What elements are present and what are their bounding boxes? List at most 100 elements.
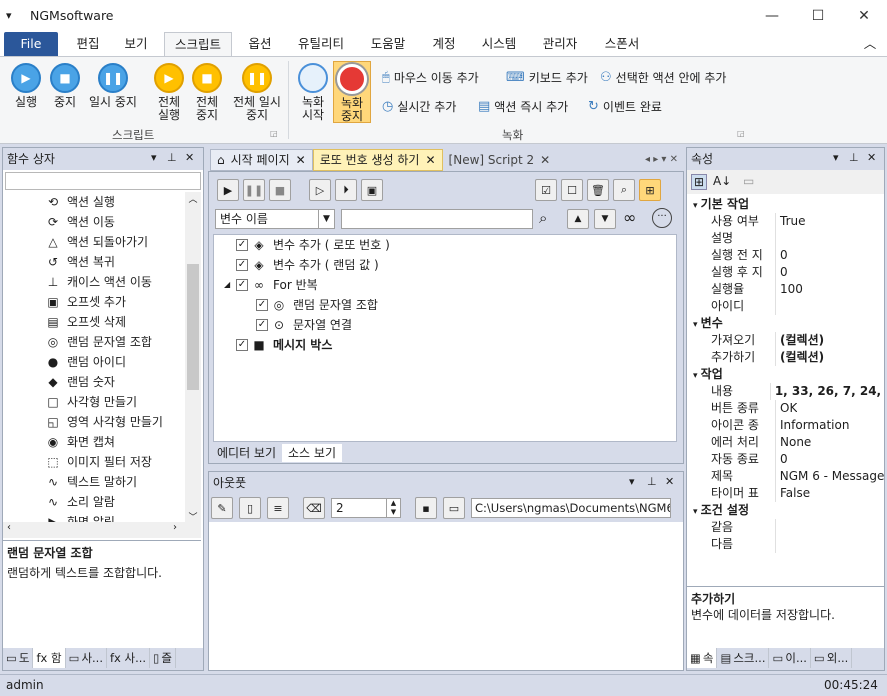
output-count-stepper[interactable]: 2 ▲ ▼	[331, 498, 401, 518]
scroll-right-icon[interactable]: ›	[173, 522, 177, 533]
maximize-button[interactable]: ☐	[795, 0, 841, 32]
tab-lotto-script[interactable]: 로또 번호 생성 하기 ✕	[312, 149, 443, 171]
menu-sponsor[interactable]: 스폰서	[596, 32, 648, 56]
property-category[interactable]: ▾ 변수	[687, 315, 884, 332]
scroll-left-icon[interactable]: ‹	[7, 522, 11, 533]
list-item[interactable]: ◎ 랜덤 문자열 조합	[45, 332, 185, 352]
new-doc-icon[interactable]: ▯	[239, 497, 261, 519]
menu-help[interactable]: 도움말	[362, 32, 414, 56]
property-row[interactable]: 실행 후 지 0	[687, 264, 884, 281]
list-item[interactable]: ⬚ 이미지 필터 저장	[45, 452, 185, 472]
record-stop-button[interactable]: 녹화 중지	[333, 61, 371, 123]
list-item[interactable]: ● 랜덤 아이디	[45, 352, 185, 372]
step-icon[interactable]: ▷	[309, 179, 331, 201]
collapse-icon[interactable]: ▾	[693, 371, 701, 381]
tab-functions[interactable]: fx 함	[33, 648, 66, 668]
run-script-icon[interactable]: ▶	[217, 179, 239, 201]
tab-image[interactable]: ▭ 이...	[769, 648, 811, 668]
list-item[interactable]: ∿ 텍스트 말하기	[45, 472, 185, 492]
property-row[interactable]: 같음	[687, 519, 884, 536]
collapse-icon[interactable]: ▾	[693, 201, 701, 211]
run-button[interactable]: ▶ 실행	[6, 63, 46, 109]
pin-icon[interactable]: ⊥	[849, 151, 859, 164]
property-row[interactable]: 제목 NGM 6 - Message	[687, 468, 884, 485]
tab-nav-icons[interactable]: ◂ ▸ ▾ ✕	[645, 149, 684, 171]
scroll-thumb[interactable]	[187, 264, 199, 390]
list-item[interactable]: ↺ 액션 복귀	[45, 252, 185, 272]
list-item[interactable]: ⟲ 액션 실행	[45, 192, 185, 212]
tab-external[interactable]: ▭ 외...	[811, 648, 853, 668]
menu-utility[interactable]: 유틸리티	[290, 32, 352, 56]
delete-icon[interactable]: 🗑	[587, 179, 609, 201]
tab-source-view[interactable]: 소스 보기	[282, 444, 342, 462]
property-value[interactable]: True	[775, 213, 806, 230]
property-row[interactable]: 아이디	[687, 298, 884, 315]
run-all-button[interactable]: ▶ 전체 실행	[150, 63, 188, 122]
search-icon[interactable]: ⌕	[539, 209, 547, 227]
checkbox[interactable]: ✓	[236, 279, 248, 291]
save-icon[interactable]: ▪	[415, 497, 437, 519]
uncheck-icon[interactable]: ☐	[561, 179, 583, 201]
pause-button[interactable]: ❚❚ 일시 중지	[84, 63, 142, 109]
collapse-icon[interactable]: ▾	[693, 320, 701, 330]
property-row[interactable]: 실행 전 지 0	[687, 247, 884, 264]
property-row[interactable]: 설명	[687, 230, 884, 247]
step-into-icon[interactable]: ⏵	[335, 179, 357, 201]
list-item[interactable]: ▶ 화면 알림	[45, 512, 185, 522]
list-icon[interactable]: ≡	[267, 497, 289, 519]
keyboard-add-button[interactable]: ⌨ 키보드 추가	[506, 69, 588, 86]
property-row[interactable]: 내용 1, 33, 26, 7, 24, 2	[687, 383, 884, 400]
event-done-button[interactable]: ↻ 이벤트 완료	[588, 98, 662, 115]
property-value[interactable]: (컬렉션)	[775, 332, 824, 349]
list-item[interactable]: ◉ 화면 캡쳐	[45, 432, 185, 452]
close-tab-icon[interactable]: ✕	[425, 149, 435, 171]
property-row[interactable]: 아이콘 종 Information	[687, 417, 884, 434]
realtime-add-button[interactable]: ◷ 실시간 추가	[382, 98, 456, 115]
property-row[interactable]: 가져오기 (컬렉션)	[687, 332, 884, 349]
checkbox[interactable]: ✓	[236, 339, 248, 351]
menu-file[interactable]: File	[4, 32, 58, 56]
property-category[interactable]: ▾ 조건 설정	[687, 502, 884, 519]
pin-icon[interactable]: ⊥	[647, 475, 657, 488]
stop-all-button[interactable]: ■ 전체 중지	[188, 63, 226, 122]
checkbox[interactable]: ✓	[236, 239, 248, 251]
tab-script[interactable]: ▤ 스크...	[717, 648, 770, 668]
tab-user[interactable]: ▭ 사...	[66, 648, 107, 668]
folder-icon[interactable]: ▭	[443, 497, 465, 519]
sort-az-icon[interactable]: A↓	[713, 174, 731, 188]
tree-node[interactable]: ✓ ⊙ 문자열 연결	[214, 315, 676, 335]
stop-button[interactable]: ■ 중지	[46, 63, 84, 109]
output-log[interactable]	[209, 523, 683, 670]
menu-account[interactable]: 계정	[424, 32, 464, 56]
tree-node[interactable]: ✓ ◈ 변수 추가 ( 랜덤 값 )	[214, 255, 676, 275]
list-item[interactable]: △ 액션 되돌아가기	[45, 232, 185, 252]
property-value[interactable]: 0	[775, 264, 788, 281]
ribbon-collapse-icon[interactable]: ︿	[860, 32, 880, 56]
property-value[interactable]: None	[775, 434, 811, 451]
close-icon[interactable]: ✕	[867, 151, 876, 164]
list-item[interactable]: ◱ 영역 사각형 만들기	[45, 412, 185, 432]
more-icon[interactable]: ···	[652, 208, 672, 228]
close-icon[interactable]: ✕	[665, 475, 674, 488]
menu-system[interactable]: 시스템	[474, 32, 524, 56]
stop-script-icon[interactable]: ■	[269, 179, 291, 201]
variable-search-input[interactable]	[341, 209, 533, 229]
dialog-launcher-icon[interactable]: ◲	[737, 129, 745, 138]
expand-icon[interactable]: ◢	[224, 275, 230, 295]
property-row[interactable]: 자동 종료 0	[687, 451, 884, 468]
tree-node[interactable]: ✓ ◎ 랜덤 문자열 조합	[214, 295, 676, 315]
app-menu-icon[interactable]: ▾	[6, 9, 12, 22]
check-all-icon[interactable]: ☑	[535, 179, 557, 201]
tab-user-functions[interactable]: fx 사...	[107, 648, 151, 668]
tab-new-script-2[interactable]: [New] Script 2 ✕	[443, 149, 557, 171]
property-value[interactable]	[775, 298, 780, 315]
dialog-launcher-icon[interactable]: ◲	[270, 129, 278, 138]
property-value[interactable]: False	[775, 485, 810, 502]
list-item[interactable]: ⊥ 캐이스 액션 이동	[45, 272, 185, 292]
step-over-icon[interactable]: ▣	[361, 179, 383, 201]
tab-properties[interactable]: ▦ 속	[687, 648, 718, 668]
function-search-input[interactable]	[5, 172, 201, 190]
search-icon[interactable]: ⌕	[613, 179, 635, 201]
tab-favorites[interactable]: ▯ 즐	[150, 648, 176, 668]
collapse-icon[interactable]: ▾	[693, 507, 701, 517]
